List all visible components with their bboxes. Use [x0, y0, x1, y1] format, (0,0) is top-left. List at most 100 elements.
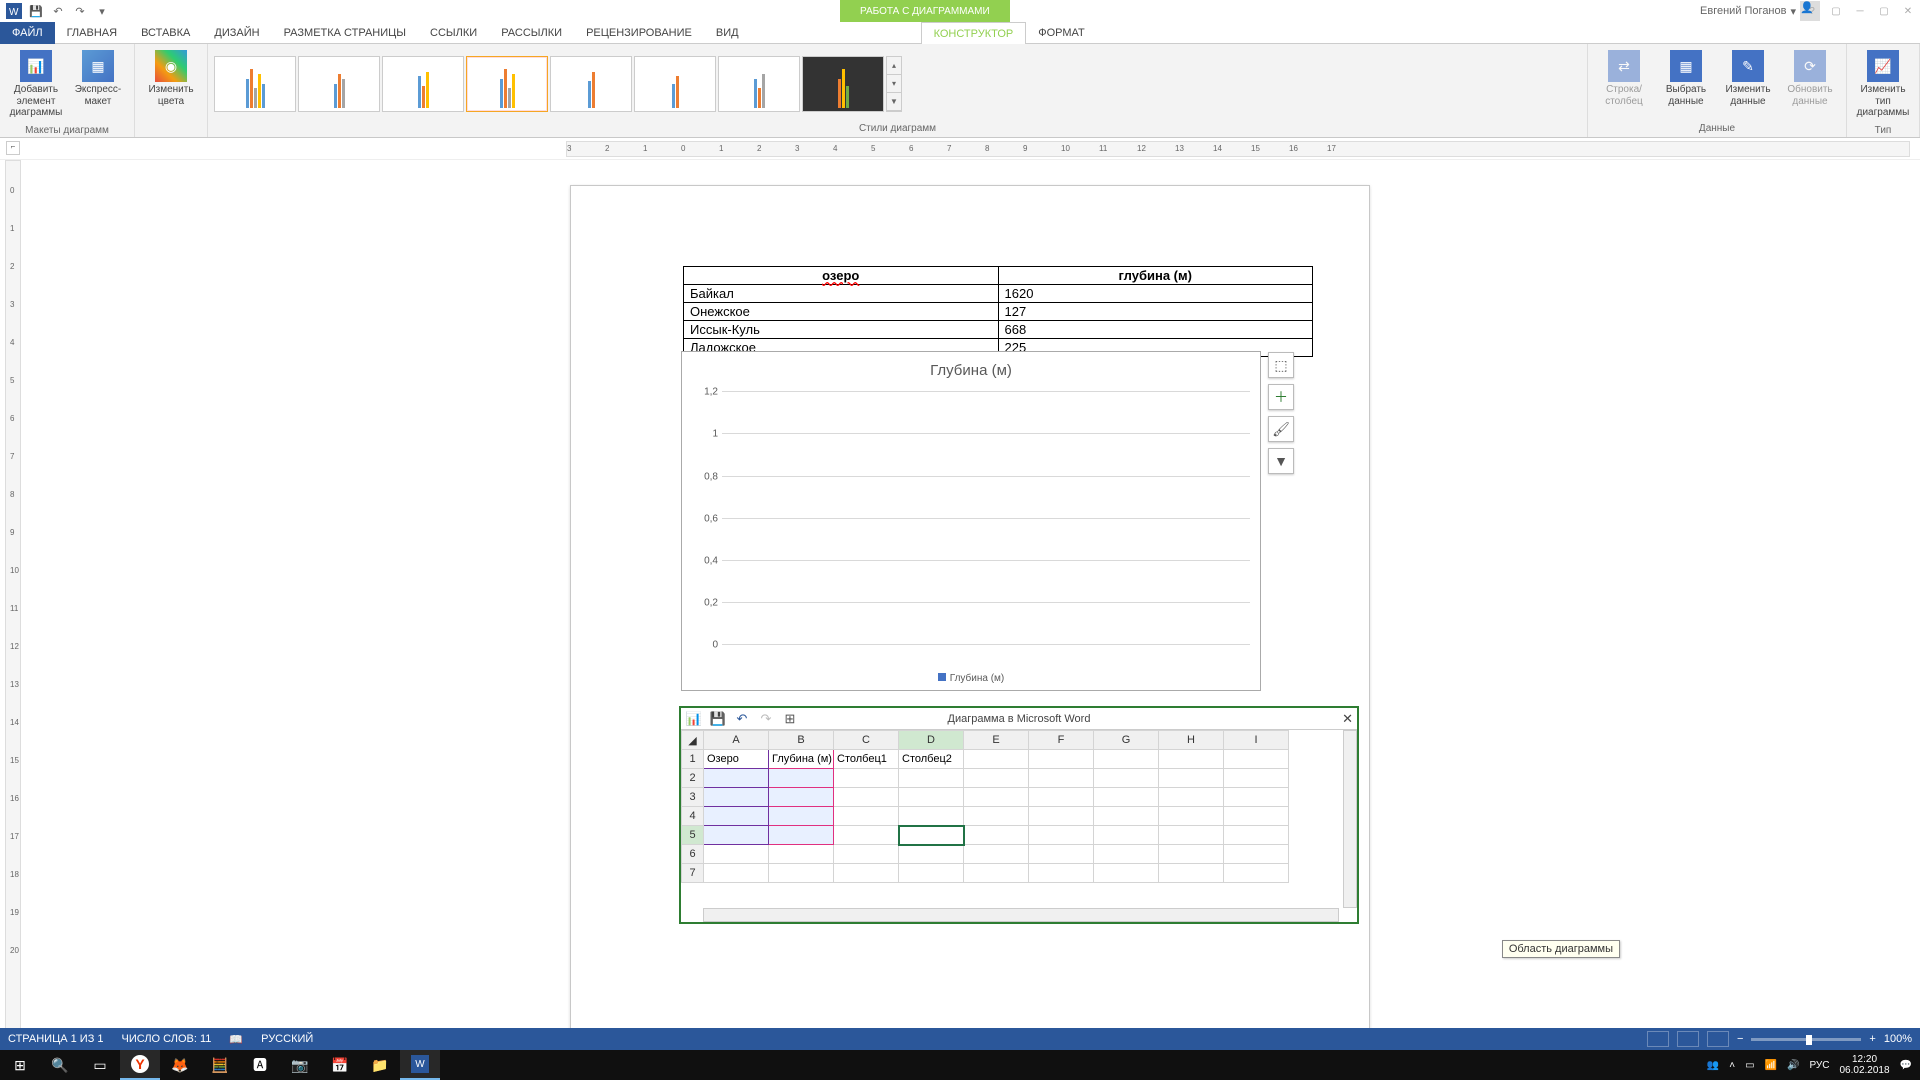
tray-notifications-icon[interactable]: 💬	[1900, 1060, 1912, 1071]
help-button[interactable]: ?	[1802, 4, 1822, 18]
chart-style-1[interactable]	[214, 56, 296, 112]
cell-b1[interactable]: Глубина (м)	[769, 750, 834, 769]
undo-button[interactable]: ↶	[48, 1, 68, 21]
yandex-browser-icon[interactable]: Y	[120, 1050, 160, 1080]
tray-keyboard-layout[interactable]: РУС	[1809, 1060, 1829, 1071]
status-language[interactable]: РУССКИЙ	[261, 1033, 313, 1045]
col-header[interactable]: E	[964, 731, 1029, 750]
quick-layout-button[interactable]: ▦Экспресс-макет	[68, 46, 128, 111]
zoom-out-button[interactable]: −	[1737, 1033, 1743, 1045]
tab-home[interactable]: ГЛАВНАЯ	[55, 22, 129, 44]
col-header[interactable]: F	[1029, 731, 1094, 750]
start-button[interactable]: ⊞	[0, 1050, 40, 1080]
chart-style-4[interactable]	[466, 56, 548, 112]
chart-object[interactable]: Глубина (м) 0 0,2 0,4 0,6 0,8 1 1,2 Глуб…	[681, 351, 1261, 691]
explorer-icon[interactable]: 📁	[360, 1050, 400, 1080]
tab-review[interactable]: РЕЦЕНЗИРОВАНИЕ	[574, 22, 704, 44]
col-header[interactable]: H	[1159, 731, 1224, 750]
col-header[interactable]: C	[834, 731, 899, 750]
status-page[interactable]: СТРАНИЦА 1 ИЗ 1	[8, 1033, 104, 1045]
close-button[interactable]: ✕	[1898, 4, 1918, 18]
tray-battery-icon[interactable]: ▭	[1745, 1060, 1754, 1071]
app-icon[interactable]: 🅰	[240, 1050, 280, 1080]
excel-grid[interactable]: ◢ A B C D E F G H I 1 Озеро Глубина (м)	[681, 730, 1357, 883]
cell-d1[interactable]: Столбец2	[899, 750, 964, 769]
tab-selector[interactable]: ⌐	[6, 141, 20, 155]
redo-button[interactable]: ↷	[70, 1, 90, 21]
app-icon[interactable]: 📷	[280, 1050, 320, 1080]
save-button[interactable]: 💾	[26, 1, 46, 21]
change-chart-type-button[interactable]: 📈Изменить тип диаграммы	[1853, 46, 1913, 123]
col-header[interactable]: A	[704, 731, 769, 750]
cell-a1[interactable]: Озеро	[704, 750, 769, 769]
tab-file[interactable]: ФАЙЛ	[0, 22, 55, 44]
word-taskbar-icon[interactable]: W	[400, 1050, 440, 1080]
chart-title[interactable]: Глубина (м)	[682, 352, 1260, 389]
chart-style-8[interactable]	[802, 56, 884, 112]
zoom-slider[interactable]	[1751, 1038, 1861, 1041]
cell-c1[interactable]: Столбец1	[834, 750, 899, 769]
view-print-button[interactable]	[1677, 1031, 1699, 1047]
tab-design[interactable]: ДИЗАЙН	[202, 22, 271, 44]
document-page[interactable]: озеро глубина (м) Байкал1620 Онежское127…	[570, 185, 1370, 1036]
task-view-button[interactable]: ▭	[80, 1050, 120, 1080]
view-web-button[interactable]	[1707, 1031, 1729, 1047]
tray-up-icon[interactable]: ˄	[1729, 1060, 1735, 1071]
tab-view[interactable]: ВИД	[704, 22, 751, 44]
ruler-horizontal[interactable]: ⌐ 32101234567891011121314151617	[0, 138, 1920, 160]
zoom-in-button[interactable]: +	[1869, 1033, 1875, 1045]
excel-horizontal-scrollbar[interactable]	[703, 908, 1339, 922]
tray-people-icon[interactable]: 👥	[1707, 1060, 1719, 1071]
select-data-button[interactable]: ▦Выбрать данные	[1656, 46, 1716, 111]
tab-page-layout[interactable]: РАЗМЕТКА СТРАНИЦЫ	[272, 22, 418, 44]
col-header[interactable]: I	[1224, 731, 1289, 750]
minimize-button[interactable]: ─	[1850, 4, 1870, 18]
excel-redo-button[interactable]: ↷	[757, 710, 775, 728]
chart-layout-options-button[interactable]: ⬚	[1268, 352, 1294, 378]
view-read-button[interactable]	[1647, 1031, 1669, 1047]
chart-style-7[interactable]	[718, 56, 800, 112]
ribbon-options-button[interactable]: ▢	[1826, 4, 1846, 18]
calculator-icon[interactable]: 🧮	[200, 1050, 240, 1080]
chart-elements-button[interactable]: ＋	[1268, 384, 1294, 410]
tab-chart-format[interactable]: ФОРМАТ	[1026, 22, 1097, 44]
status-word-count[interactable]: ЧИСЛО СЛОВ: 11	[122, 1033, 212, 1045]
chart-filters-button[interactable]: ▼	[1268, 448, 1294, 474]
chart-plot-area[interactable]: 0 0,2 0,4 0,6 0,8 1 1,2	[722, 392, 1250, 645]
chart-styles-button[interactable]: 🖌	[1268, 416, 1294, 442]
tray-network-icon[interactable]: 📶	[1765, 1060, 1777, 1071]
maximize-button[interactable]: ▢	[1874, 4, 1894, 18]
excel-undo-button[interactable]: ↶	[733, 710, 751, 728]
firefox-icon[interactable]: 🦊	[160, 1050, 200, 1080]
chart-legend[interactable]: Глубина (м)	[682, 673, 1260, 684]
excel-vertical-scrollbar[interactable]	[1343, 730, 1357, 908]
tab-insert[interactable]: ВСТАВКА	[129, 22, 202, 44]
lake-data-table[interactable]: озеро глубина (м) Байкал1620 Онежское127…	[683, 266, 1313, 357]
change-colors-button[interactable]: ◉ Изменить цвета	[141, 46, 201, 111]
excel-close-button[interactable]: ✕	[1342, 711, 1353, 727]
zoom-level[interactable]: 100%	[1884, 1033, 1912, 1045]
ruler-vertical[interactable]: 01234567891011121314151617181920	[5, 160, 21, 1036]
col-header[interactable]: D	[899, 731, 964, 750]
excel-data-panel[interactable]: 📊 💾 ↶ ↷ ⊞ Диаграмма в Microsoft Word ✕ ◢…	[679, 706, 1359, 924]
chart-style-3[interactable]	[382, 56, 464, 112]
active-cell[interactable]	[899, 826, 964, 845]
tray-clock[interactable]: 12:20 06.02.2018	[1839, 1054, 1889, 1076]
status-proofing-icon[interactable]: 📖	[229, 1033, 243, 1046]
excel-open-button[interactable]: ⊞	[781, 710, 799, 728]
tab-chart-design[interactable]: КОНСТРУКТОР	[921, 22, 1027, 45]
style-gallery-scroll[interactable]: ▴▾▼	[886, 56, 902, 112]
tab-mailings[interactable]: РАССЫЛКИ	[489, 22, 574, 44]
search-button[interactable]: 🔍	[40, 1050, 80, 1080]
excel-save-button[interactable]: 💾	[709, 710, 727, 728]
tray-volume-icon[interactable]: 🔊	[1787, 1060, 1799, 1071]
chart-style-6[interactable]	[634, 56, 716, 112]
chart-style-5[interactable]	[550, 56, 632, 112]
calendar-icon[interactable]: 📅	[320, 1050, 360, 1080]
chart-style-2[interactable]	[298, 56, 380, 112]
col-header[interactable]: B	[769, 731, 834, 750]
qat-customize[interactable]: ▾	[92, 1, 112, 21]
add-chart-element-button[interactable]: 📊Добавить элемент диаграммы	[6, 46, 66, 123]
col-header[interactable]: G	[1094, 731, 1159, 750]
select-all-corner[interactable]: ◢	[682, 731, 704, 750]
